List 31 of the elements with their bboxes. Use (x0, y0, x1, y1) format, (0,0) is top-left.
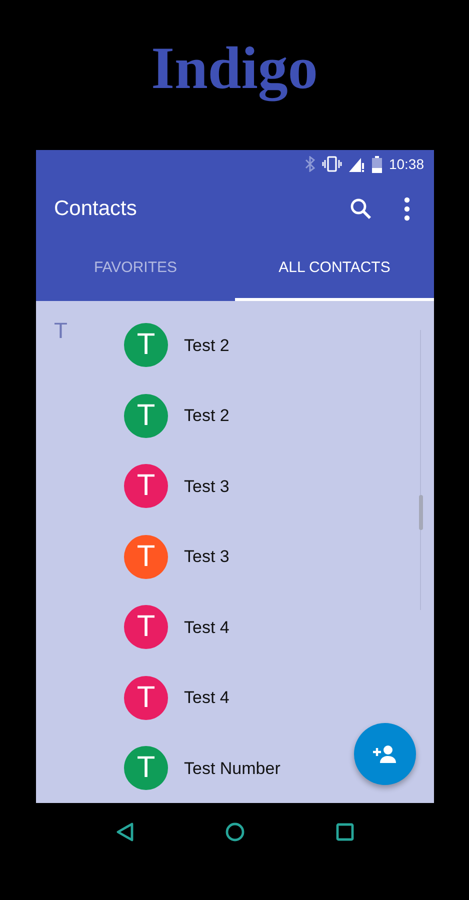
vibrate-icon (322, 156, 342, 172)
scroll-thumb[interactable] (419, 495, 423, 530)
battery-icon (372, 156, 382, 172)
status-time: 10:38 (388, 154, 424, 174)
add-contact-button[interactable] (354, 723, 416, 785)
contact-avatar: T (124, 464, 168, 508)
recents-icon[interactable] (336, 822, 354, 840)
contact-avatar: T (124, 605, 168, 650)
contact-name[interactable]: Test 3 (184, 544, 230, 570)
section-letter: T (54, 318, 68, 343)
bluetooth-icon (304, 156, 315, 172)
search-icon[interactable] (350, 198, 372, 220)
contact-avatar: T (124, 534, 168, 579)
contact-avatar: T (124, 746, 168, 790)
tab[interactable]: ALL CONTACTS (235, 240, 434, 301)
contact-name[interactable]: Test 4 (184, 614, 230, 640)
more-options-icon[interactable] (404, 197, 410, 221)
contact-avatar: T (124, 676, 168, 720)
tab[interactable]: FAVORITES (36, 240, 235, 301)
toolbar-title: Contacts (54, 196, 138, 222)
contact-avatar: T (124, 323, 168, 368)
contact-name[interactable]: Test Number (184, 756, 280, 781)
contact-avatar: T (124, 394, 168, 438)
contact-name[interactable]: Test 2 (184, 332, 230, 358)
contact-name[interactable]: Test 2 (184, 403, 230, 428)
home-icon[interactable] (225, 822, 246, 842)
contact-name[interactable]: Test 3 (184, 474, 230, 499)
back-icon[interactable] (115, 822, 136, 842)
add-person-icon (372, 744, 398, 764)
contact-name[interactable]: Test 4 (184, 685, 230, 710)
signal-icon (348, 156, 365, 172)
